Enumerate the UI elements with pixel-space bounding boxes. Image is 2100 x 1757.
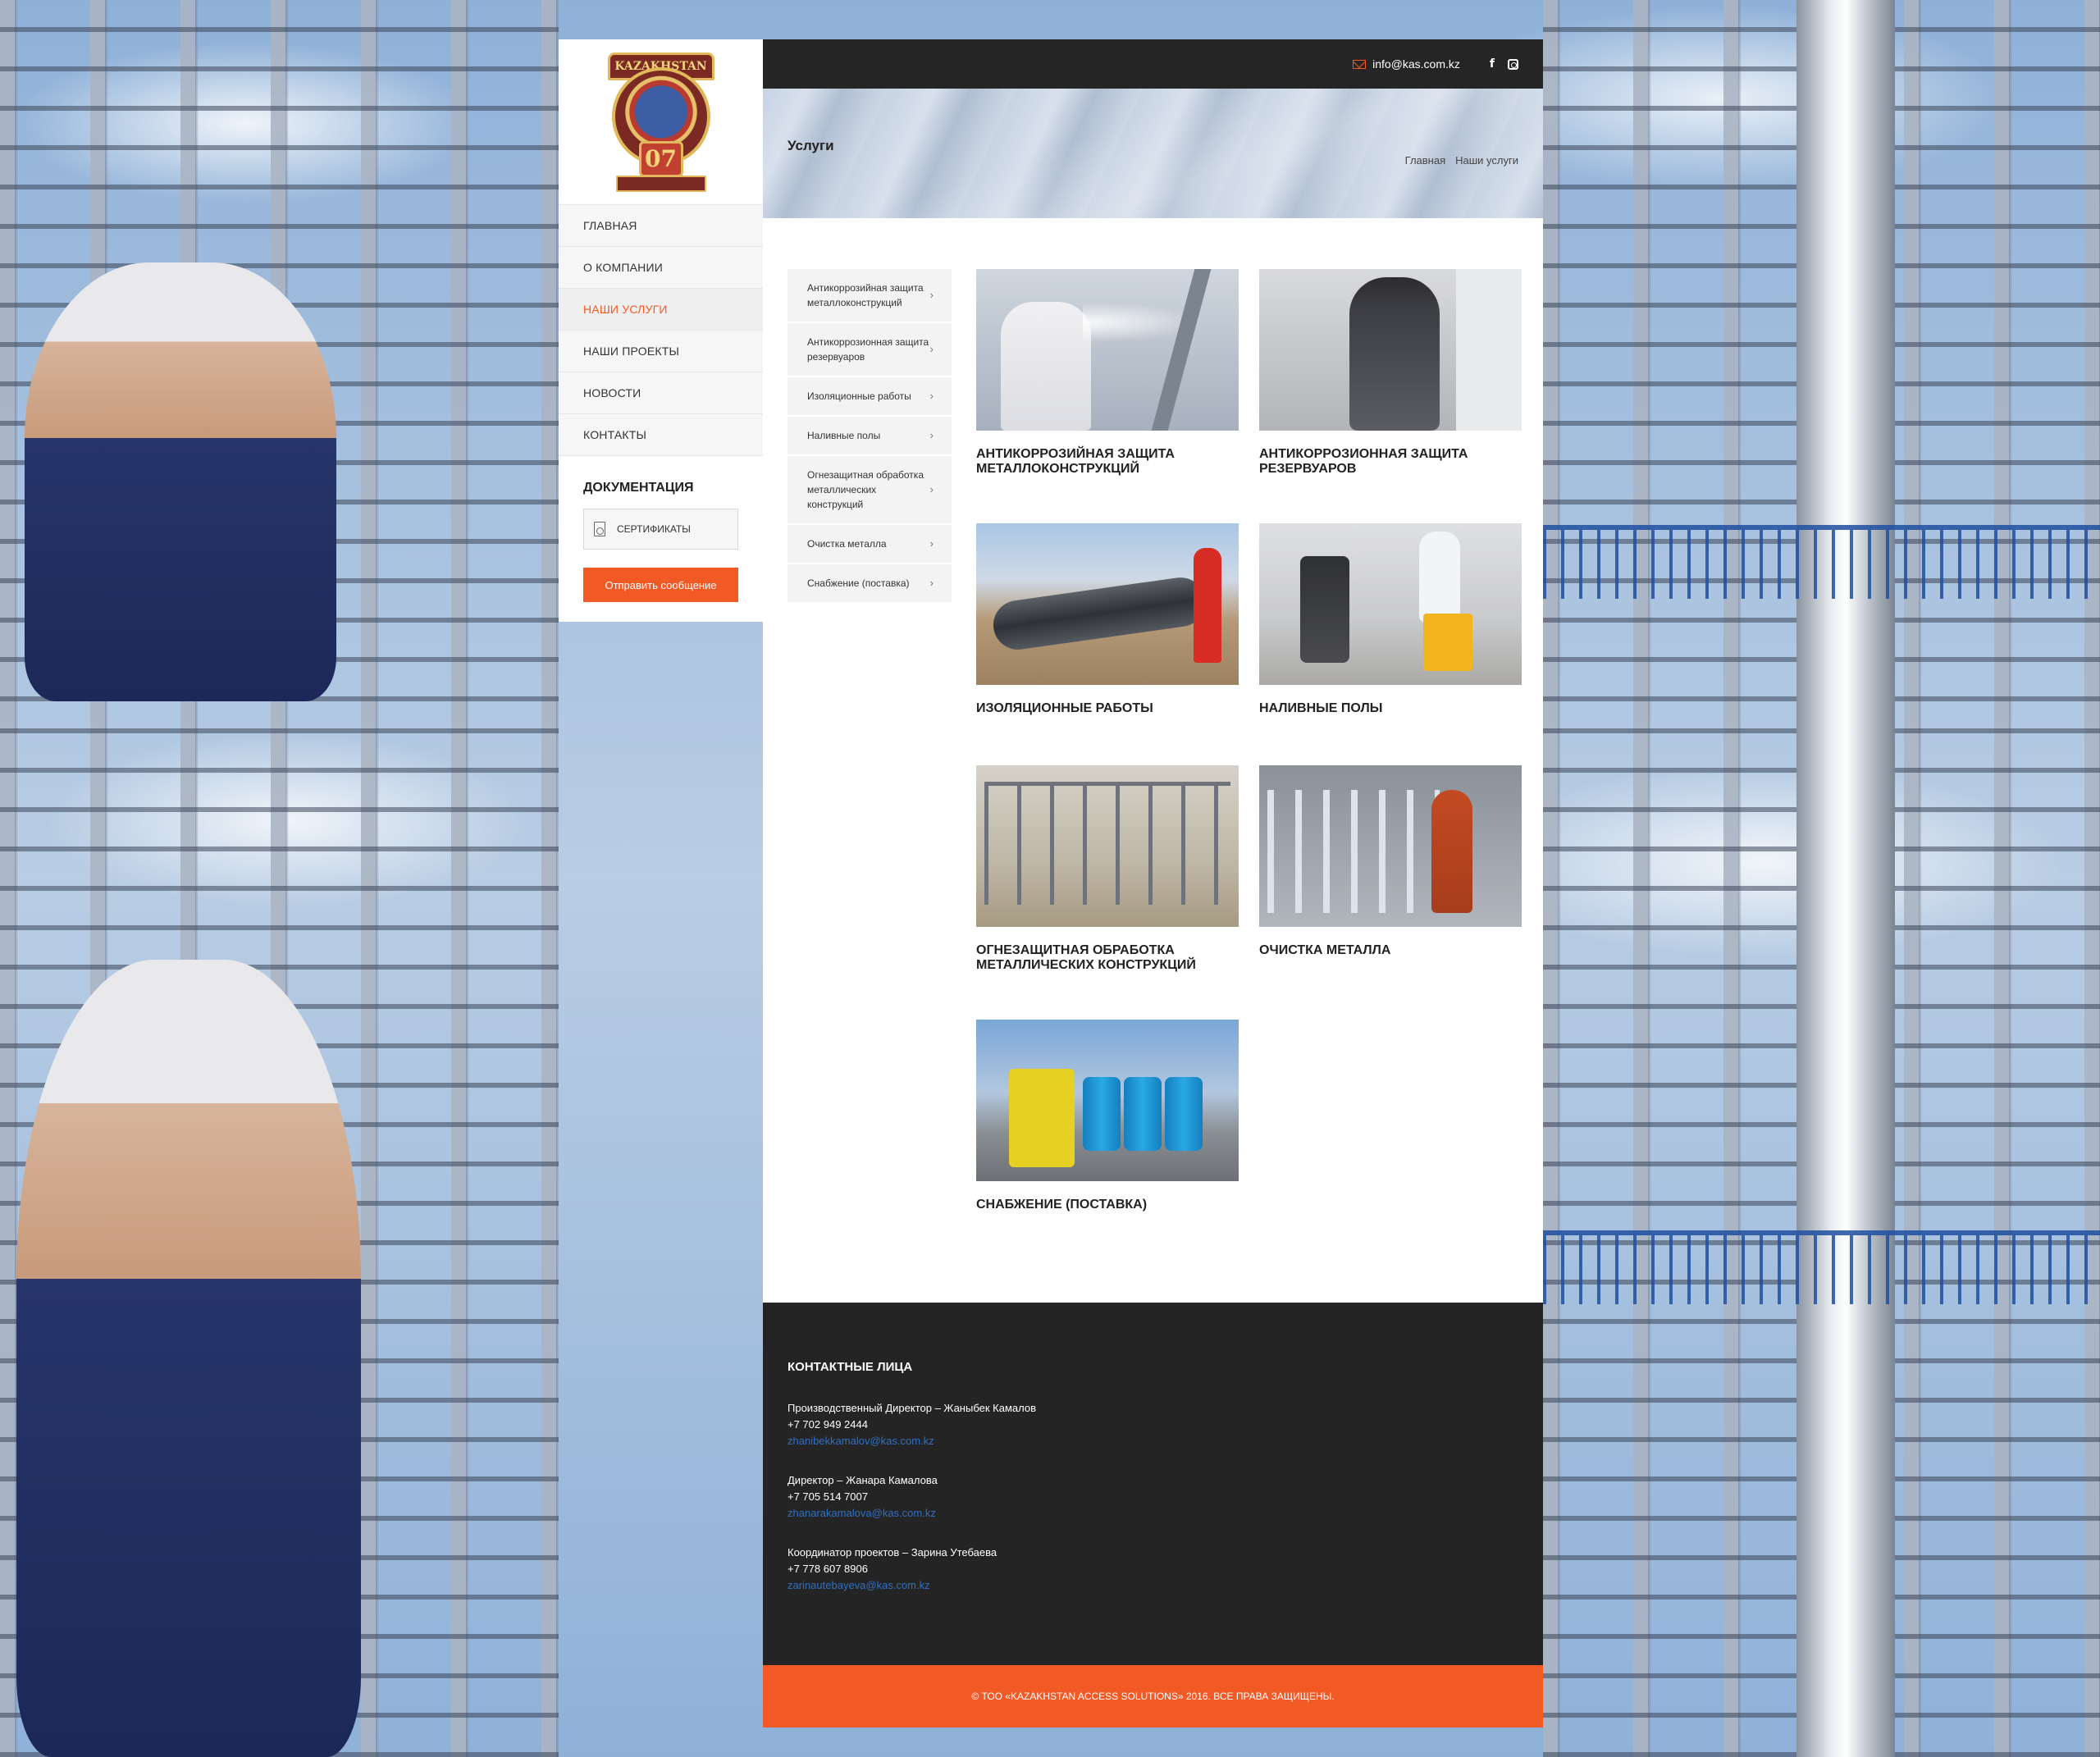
service-title[interactable]: СНАБЖЕНИЕ (ПОСТАВКА) [976,1198,1239,1212]
contact-role: Координатор проектов – Зарина Утебаева [788,1546,998,1558]
breadcrumb: Главная Наши услуги [1405,154,1518,167]
social-links: f [1490,57,1518,71]
chevron-right-icon: › [929,289,934,301]
service-title[interactable]: ОЧИСТКА МЕТАЛЛА [1259,943,1522,958]
service-card[interactable]: ОГНЕЗАЩИТНАЯ ОБРАБОТКА МЕТАЛЛИЧЕСКИХ КОН… [976,765,1239,973]
instagram-icon[interactable] [1508,58,1518,70]
chevron-right-icon: › [929,537,934,550]
breadcrumb-services[interactable]: Наши услуги [1455,154,1518,167]
service-card[interactable]: НАЛИВНЫЕ ПОЛЫ [1259,523,1522,716]
logo-ribbon [615,175,706,192]
service-menu-label: Снабжение (поставка) [807,577,910,589]
documentation-heading: ДОКУМЕНТАЦИЯ [583,481,694,495]
service-menu-item[interactable]: Антикоррозийная защита металлоконструкци… [788,269,952,323]
service-image[interactable] [976,269,1239,431]
service-title[interactable]: АНТИКОРРОЗИЙНАЯ ЗАЩИТА МЕТАЛЛОКОНСТРУКЦИ… [976,447,1239,477]
service-menu-label: Антикоррозионная защита резервуаров [807,336,929,363]
chevron-right-icon: › [929,429,934,441]
logo-number: 07 [638,140,683,177]
service-menu-label: Огнезащитная обработка металлических кон… [807,469,924,510]
service-card[interactable]: АНТИКОРРОЗИЙНАЯ ЗАЩИТА МЕТАЛЛОКОНСТРУКЦИ… [976,269,1239,477]
nav-item-home[interactable]: ГЛАВНАЯ [559,205,763,247]
service-image[interactable] [1259,765,1522,927]
logo-container[interactable]: KAZAKHSTAN 07 [559,39,763,205]
service-menu-item[interactable]: Огнезащитная обработка металлических кон… [788,456,952,525]
service-menu-item[interactable]: Очистка металла › [788,525,952,564]
service-card[interactable]: ИЗОЛЯЦИОННЫЕ РАБОТЫ [976,523,1239,716]
left-sidebar: KAZAKHSTAN 07 ГЛАВНАЯ О КОМПАНИИ НАШИ УС… [559,39,763,622]
contact-block: Директор – Жанара Камалова +7 705 514 70… [788,1472,1518,1522]
contact-role: Производственный Директор – Жаныбек Кама… [788,1402,1036,1414]
contact-email[interactable]: zarinautebayeva@kas.com.kz [788,1579,930,1591]
service-menu-item[interactable]: Изоляционные работы › [788,377,952,417]
pdf-icon [594,522,605,536]
facebook-icon[interactable]: f [1490,57,1495,71]
contact-role: Директор – Жанара Камалова [788,1474,938,1486]
nav-item-contacts[interactable]: КОНТАКТЫ [559,414,763,456]
service-menu-label: Изоляционные работы [807,390,911,402]
copyright-bar: © ТОО «KAZAKHSTAN ACCESS SOLUTIONS» 2016… [763,1665,1543,1727]
service-image[interactable] [976,523,1239,685]
header-email-text: info@kas.com.kz [1372,57,1460,71]
main-nav: ГЛАВНАЯ О КОМПАНИИ НАШИ УСЛУГИ НАШИ ПРОЕ… [559,205,763,456]
service-image[interactable] [1259,523,1522,685]
service-menu-label: Антикоррозийная защита металлоконструкци… [807,282,924,308]
page-title: Услуги [788,138,834,153]
certificates-button[interactable]: СЕРТИФИКАТЫ [583,509,738,550]
service-menu-item[interactable]: Антикоррозионная защита резервуаров › [788,323,952,377]
service-title[interactable]: ОГНЕЗАЩИТНАЯ ОБРАБОТКА МЕТАЛЛИЧЕСКИХ КОН… [976,943,1239,973]
breadcrumb-home[interactable]: Главная [1405,154,1445,167]
chevron-right-icon: › [929,343,934,355]
header-email-link[interactable]: info@kas.com.kz [1353,57,1460,71]
service-menu-label: Очистка металла [807,538,887,550]
contact-phone: +7 702 949 2444 [788,1418,868,1431]
nav-item-services[interactable]: НАШИ УСЛУГИ [559,289,763,331]
nav-item-about[interactable]: О КОМПАНИИ [559,247,763,289]
footer-contacts-heading: КОНТАКТНЫЕ ЛИЦА [788,1360,913,1374]
services-side-menu: Антикоррозийная защита металлоконструкци… [788,269,952,604]
service-title[interactable]: НАЛИВНЫЕ ПОЛЫ [1259,701,1522,716]
chevron-right-icon: › [929,390,934,402]
company-logo[interactable]: KAZAKHSTAN 07 [600,52,723,192]
chevron-right-icon: › [929,483,934,495]
nav-item-projects[interactable]: НАШИ ПРОЕКТЫ [559,331,763,372]
service-title[interactable]: АНТИКОРРОЗИОННАЯ ЗАЩИТА РЕЗЕРВУАРОВ [1259,447,1522,477]
chevron-right-icon: › [929,577,934,589]
nav-item-news[interactable]: НОВОСТИ [559,372,763,414]
page-banner: Услуги Главная Наши услуги [763,89,1543,218]
footer: КОНТАКТНЫЕ ЛИЦА Производственный Директо… [763,1303,1543,1665]
service-image[interactable] [1259,269,1522,431]
service-card[interactable]: СНАБЖЕНИЕ (ПОСТАВКА) [976,1020,1239,1212]
service-card[interactable]: АНТИКОРРОЗИОННАЯ ЗАЩИТА РЕЗЕРВУАРОВ [1259,269,1522,477]
send-message-button[interactable]: Отправить сообщение [583,568,738,602]
service-image[interactable] [976,765,1239,927]
service-menu-label: Наливные полы [807,430,881,441]
contact-phone: +7 705 514 7007 [788,1490,868,1503]
contact-phone: +7 778 607 8906 [788,1563,868,1575]
service-image[interactable] [976,1020,1239,1181]
contact-block: Производственный Директор – Жаныбек Кама… [788,1400,1518,1449]
service-menu-item[interactable]: Наливные полы › [788,417,952,456]
certificates-label: СЕРТИФИКАТЫ [617,523,691,535]
contact-email[interactable]: zhanarakamalova@kas.com.kz [788,1507,936,1519]
main-content: info@kas.com.kz f Услуги Главная Наши ус… [763,39,1543,1727]
service-card[interactable]: ОЧИСТКА МЕТАЛЛА [1259,765,1522,958]
contact-block: Координатор проектов – Зарина Утебаева +… [788,1545,1518,1594]
top-bar: info@kas.com.kz f [763,39,1543,89]
mail-icon [1353,59,1367,69]
service-title[interactable]: ИЗОЛЯЦИОННЫЕ РАБОТЫ [976,701,1239,716]
service-menu-item[interactable]: Снабжение (поставка) › [788,564,952,604]
contact-email[interactable]: zhanibekkamalov@kas.com.kz [788,1435,934,1447]
